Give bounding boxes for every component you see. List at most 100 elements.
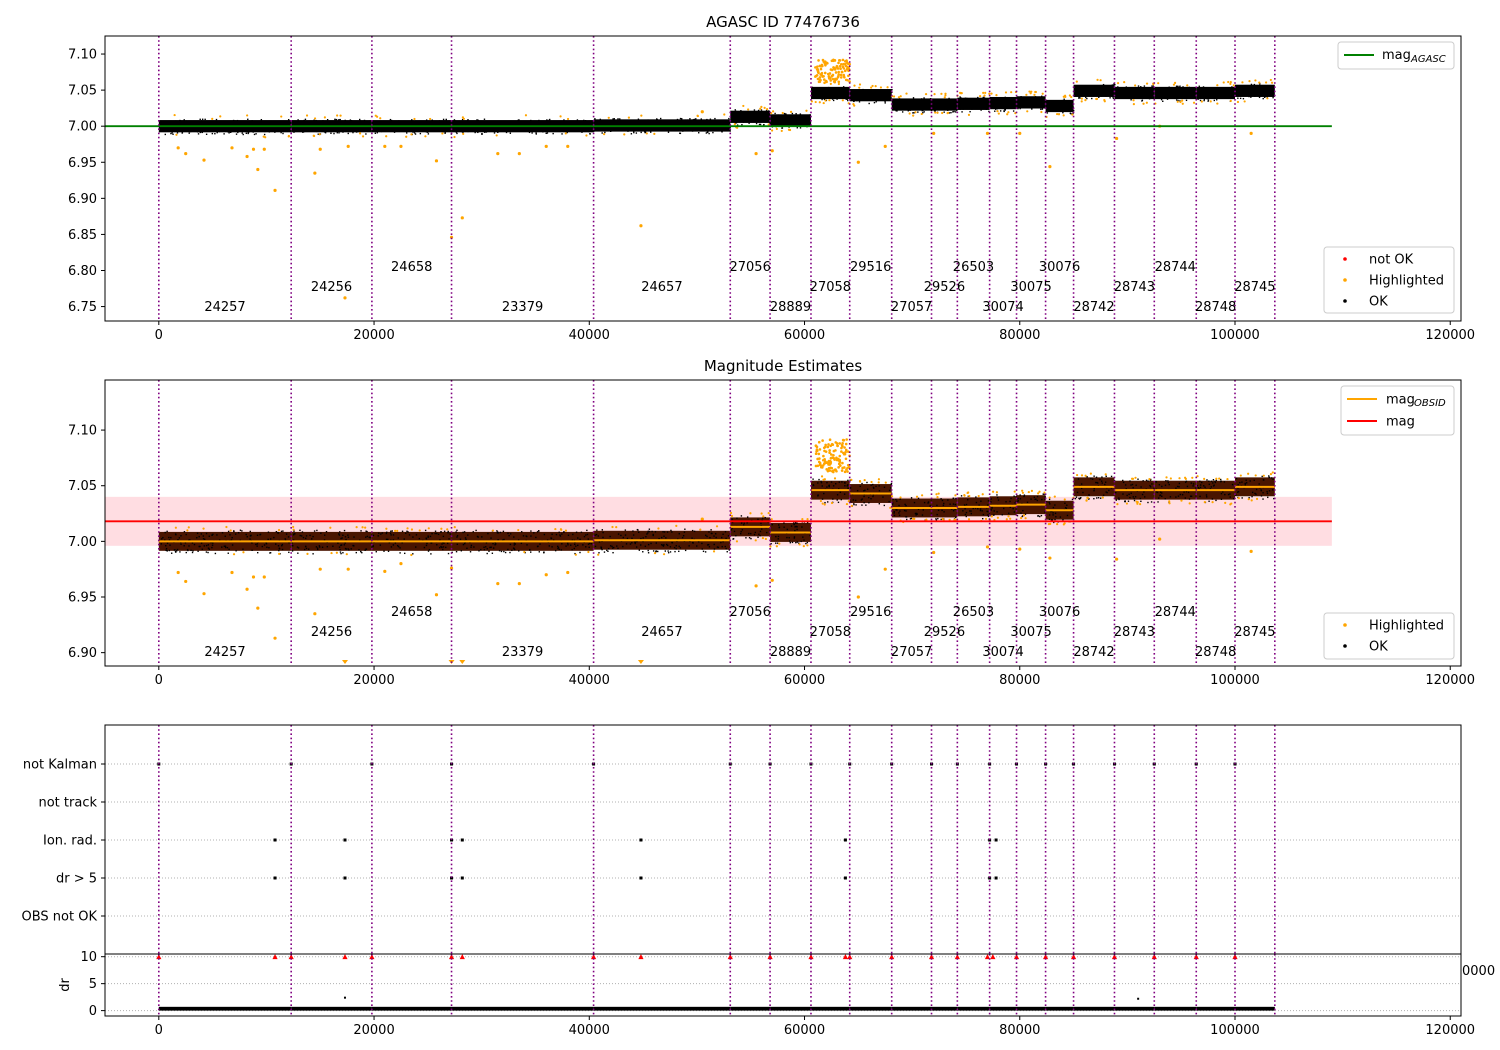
ok-point — [709, 536, 711, 539]
ok-point — [169, 544, 171, 546]
highlighted-point — [1262, 474, 1265, 477]
ok-point — [704, 551, 707, 553]
ok-point — [546, 122, 548, 124]
ok-point — [1162, 100, 1164, 102]
ok-point — [445, 119, 447, 121]
ok-point — [1101, 85, 1103, 87]
ok-point — [236, 126, 238, 129]
ok-point — [277, 545, 280, 547]
ok-point — [588, 127, 590, 129]
ok-point — [923, 111, 925, 113]
ok-point — [1091, 97, 1093, 100]
dr-point-band — [770, 1006, 811, 1011]
ok-point — [833, 92, 835, 94]
ok-point — [174, 120, 177, 122]
ok-point — [500, 550, 503, 553]
ok-point — [1250, 83, 1253, 86]
ok-point — [665, 537, 667, 539]
ok-point — [720, 121, 722, 124]
ok-point — [697, 127, 699, 129]
ok-point — [1231, 92, 1233, 94]
ok-point — [1169, 496, 1172, 498]
ok-point — [761, 528, 763, 530]
highlighted-point — [874, 85, 877, 88]
ok-point — [313, 119, 315, 121]
ok-point — [799, 121, 802, 123]
ok-point — [360, 530, 362, 532]
ok-point — [434, 532, 436, 535]
ok-point — [365, 133, 367, 135]
ok-point — [1017, 497, 1019, 500]
highlighted-point — [427, 527, 430, 530]
ok-point — [858, 93, 860, 96]
ok-point — [425, 119, 428, 121]
ok-point — [861, 504, 863, 506]
ok-point — [1024, 513, 1027, 515]
ok-point — [545, 132, 547, 135]
highlighted-point — [827, 76, 831, 80]
ok-point — [1218, 87, 1220, 89]
ok-point — [467, 130, 469, 133]
ok-point — [1182, 93, 1185, 95]
highlighted-point — [754, 152, 758, 156]
highlighted-point — [1269, 473, 1273, 476]
legend-label: not OK — [1369, 253, 1414, 268]
ok-point — [1203, 99, 1205, 102]
ok-point — [571, 549, 573, 551]
ok-point — [212, 533, 214, 536]
ok-point — [1011, 107, 1014, 109]
highlighted-point — [837, 70, 840, 74]
ok-point — [784, 114, 787, 116]
ok-point — [648, 528, 651, 530]
ok-point — [873, 97, 875, 99]
ok-point — [332, 545, 334, 547]
ok-point — [356, 121, 358, 123]
ok-point — [235, 122, 237, 124]
highlighted-point — [843, 452, 847, 456]
highlighted-point — [1209, 100, 1212, 103]
highlighted-point — [219, 115, 222, 118]
highlighted-point — [1080, 97, 1083, 100]
ok-point — [598, 552, 600, 554]
ok-point — [239, 529, 242, 531]
ok-point — [622, 545, 624, 548]
ok-point — [786, 536, 788, 539]
ok-point — [597, 535, 599, 537]
ok-point — [673, 546, 676, 549]
ok-point — [483, 549, 486, 551]
ok-point — [823, 93, 826, 95]
highlighted-point — [696, 114, 699, 118]
ok-point — [274, 131, 276, 133]
ok-point — [197, 550, 199, 552]
ok-point — [956, 109, 958, 111]
ok-point — [235, 550, 237, 552]
ok-point — [347, 534, 349, 536]
ok-point — [456, 529, 458, 532]
ok-point — [656, 118, 658, 121]
ok-point — [1205, 496, 1208, 498]
ok-point — [799, 119, 801, 122]
ok-point — [937, 517, 939, 520]
ok-point — [574, 543, 576, 546]
highlighted-point — [559, 115, 562, 118]
highlighted-point — [434, 593, 439, 597]
ok-point — [819, 92, 822, 95]
highlighted-point — [1048, 496, 1051, 499]
ok-point — [196, 122, 199, 124]
ok-point — [962, 101, 965, 104]
ok-point — [543, 551, 545, 553]
highlighted-point — [173, 113, 176, 117]
ok-point — [299, 529, 301, 532]
highlighted-point — [870, 480, 873, 484]
ok-point — [339, 118, 341, 121]
ok-point — [223, 133, 225, 135]
flag-point — [460, 876, 464, 880]
highlighted-point — [653, 552, 657, 555]
ok-point — [980, 109, 982, 111]
ok-point — [407, 531, 409, 533]
ok-point — [780, 120, 782, 122]
ok-point — [466, 119, 469, 122]
ok-point — [1064, 502, 1066, 504]
ok-point — [826, 486, 828, 488]
ok-point — [1093, 475, 1095, 477]
